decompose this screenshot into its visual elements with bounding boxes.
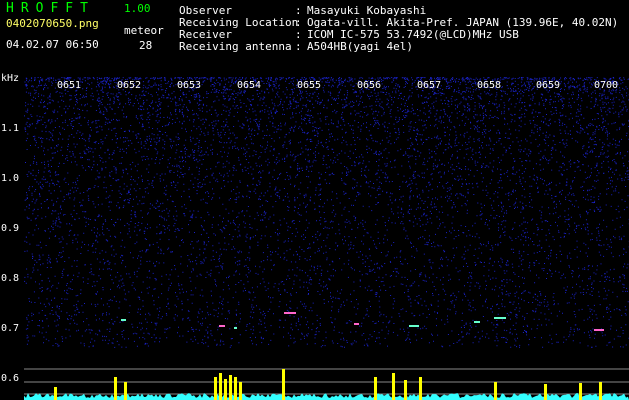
signal-bar <box>229 375 232 400</box>
signal-bar <box>234 377 237 400</box>
signal-bar <box>599 382 602 400</box>
y-tick: 0.7 <box>1 323 20 334</box>
meteor-echo <box>409 325 419 327</box>
y-tick: 1.1 <box>1 123 20 134</box>
signal-bar <box>239 382 242 400</box>
spectrogram-plot <box>24 77 629 400</box>
app-version: 1.00 <box>124 2 151 15</box>
signal-bar <box>404 380 407 400</box>
y-axis-unit: kHz <box>1 73 20 84</box>
image-filename: 0402070650.png <box>6 17 99 30</box>
antenna-value: A504HB(yagi 4el) <box>307 40 413 53</box>
signal-bar <box>114 377 117 400</box>
signal-bar <box>392 373 395 400</box>
x-tick: 0655 <box>297 80 322 91</box>
spectrogram-background <box>24 77 629 400</box>
x-tick: 0658 <box>477 80 502 91</box>
x-tick: 0700 <box>594 80 619 91</box>
x-tick: 0651 <box>57 80 82 91</box>
x-tick: 0652 <box>117 80 142 91</box>
x-tick: 0656 <box>357 80 382 91</box>
observation-datetime: 04.02.07 06:50 <box>6 38 99 51</box>
signal-bar <box>54 387 57 400</box>
y-tick: 0.6 <box>1 373 20 384</box>
meteor-count-label: meteor <box>124 24 164 37</box>
y-tick: 1.0 <box>1 173 20 184</box>
meteor-echo <box>121 319 126 321</box>
app-title: HROFFT <box>6 1 95 16</box>
x-tick: 0657 <box>417 80 442 91</box>
meteor-echo <box>284 312 296 314</box>
y-tick: 0.9 <box>1 223 20 234</box>
signal-bar <box>579 383 582 400</box>
x-tick: 0653 <box>177 80 202 91</box>
x-tick: 0659 <box>536 80 561 91</box>
x-tick: 0654 <box>237 80 262 91</box>
signal-bar <box>544 384 547 400</box>
signal-bar <box>219 373 222 400</box>
meteor-echo <box>234 327 237 329</box>
antenna-colon: : <box>295 40 302 53</box>
meteor-echo <box>354 323 359 325</box>
meteor-count-value: 28 <box>139 39 153 52</box>
spectrogram-canvas <box>24 77 629 400</box>
meteor-echo <box>494 317 506 319</box>
signal-bar <box>374 377 377 400</box>
signal-bar <box>419 377 422 400</box>
signal-bar <box>494 382 497 400</box>
meteor-echo <box>474 321 480 323</box>
signal-bar <box>282 369 285 400</box>
meteor-echo <box>594 329 604 331</box>
signal-bar <box>214 377 217 400</box>
y-tick: 0.8 <box>1 273 20 284</box>
signal-bar <box>224 379 227 400</box>
meteor-echo <box>219 325 225 327</box>
antenna-label: Receiving antenna <box>179 40 292 53</box>
signal-bar <box>124 382 127 400</box>
